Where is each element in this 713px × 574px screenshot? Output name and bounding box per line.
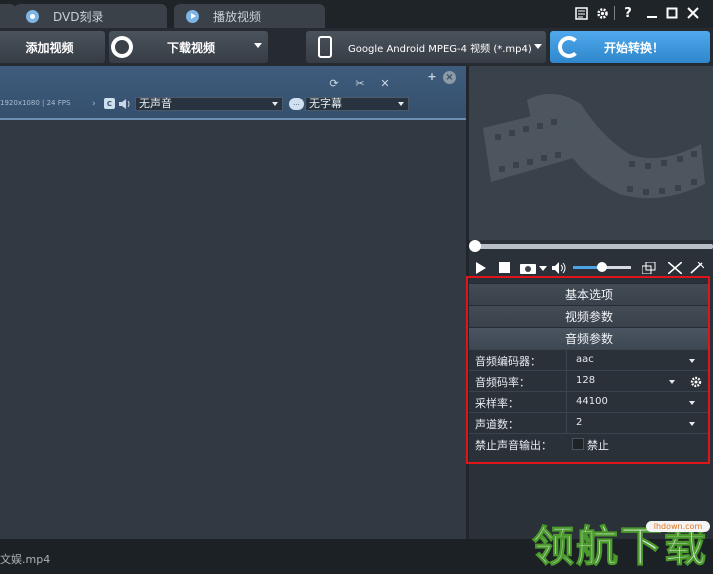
rotate-icon[interactable]: ⟳ — [328, 77, 340, 90]
cut-icon[interactable]: ✂ — [354, 77, 366, 90]
tab-play-video[interactable]: 播放视频 — [174, 4, 325, 28]
seek-bar[interactable] — [469, 240, 713, 256]
title-tab-bar: DVD刻录 播放视频 ? — [0, 0, 713, 28]
main-toolbar: 添加视频 下载视频 Google Android MPEG-4 视频 (*.mp… — [0, 28, 713, 66]
camera-icon[interactable] — [520, 262, 536, 274]
smartphone-icon — [318, 36, 332, 58]
output-profile-value: Google Android MPEG-4 视频 (*.mp4) — [348, 43, 532, 55]
settings-gear-icon[interactable] — [594, 4, 610, 22]
audio-track-select[interactable]: 无声音 — [135, 97, 283, 111]
output-profile-select[interactable]: Google Android MPEG-4 视频 (*.mp4) — [306, 31, 546, 63]
start-convert-button[interactable]: 开始转换！ — [550, 31, 710, 63]
copy-icon[interactable] — [642, 262, 656, 274]
play-icon[interactable] — [476, 262, 486, 274]
add-icon[interactable]: + — [426, 70, 438, 83]
add-video-button[interactable]: 添加视频 — [0, 31, 105, 63]
chevron-down-icon — [534, 44, 542, 49]
minimize-button[interactable] — [644, 4, 660, 22]
cut-icon[interactable] — [668, 262, 682, 274]
audio-track-value: 无声音 — [139, 97, 172, 110]
maximize-button[interactable] — [664, 4, 680, 22]
video-preview — [469, 66, 713, 240]
chevron-down-icon — [254, 43, 262, 48]
tab-label: DVD刻录 — [53, 9, 104, 24]
highlight-box — [466, 276, 710, 464]
seek-track[interactable] — [475, 244, 713, 249]
refresh-icon — [558, 36, 580, 58]
globe-download-icon — [111, 36, 133, 58]
chevron-down-icon — [398, 102, 404, 106]
stop-icon[interactable] — [499, 262, 510, 274]
add-video-label: 添加视频 — [25, 40, 74, 55]
file-list-panel: ⟳ ✂ ✕ + × 1920x1080 | 24 FPS › C 无声音 ...… — [0, 66, 466, 539]
register-icon[interactable] — [573, 4, 589, 22]
subtitle-bubble-icon: ... — [289, 98, 304, 110]
chevron-right-icon: › — [92, 99, 96, 109]
magic-wand-icon[interactable]: ✕ — [379, 77, 391, 90]
play-circle-icon — [186, 9, 199, 23]
subtitle-value: 无字幕 — [309, 97, 342, 110]
volume-handle[interactable] — [597, 262, 607, 272]
download-video-button[interactable]: 下载视频 — [109, 31, 268, 63]
remove-item-icon[interactable]: × — [443, 71, 456, 84]
volume-icon[interactable] — [552, 262, 566, 274]
start-convert-label: 开始转换！ — [604, 40, 665, 55]
chevron-down-icon — [272, 102, 278, 106]
watermark-url: lhdown.com — [646, 521, 710, 532]
codec-badge[interactable]: C — [104, 98, 115, 109]
divider — [614, 6, 615, 20]
close-button[interactable] — [685, 4, 701, 22]
help-button[interactable]: ? — [621, 4, 635, 22]
dvd-icon — [26, 9, 39, 23]
magic-wand-icon[interactable] — [690, 262, 704, 274]
download-video-label: 下载视频 — [167, 40, 216, 55]
tab-label: 播放视频 — [213, 9, 262, 24]
seek-handle[interactable] — [469, 240, 481, 252]
speaker-icon — [119, 99, 130, 109]
film-strip-icon — [483, 93, 705, 199]
output-filename: 文娱.mp4 — [0, 553, 51, 566]
video-meta: 1920x1080 | 24 FPS — [0, 99, 71, 107]
tab-dvd-burn[interactable]: DVD刻录 — [14, 4, 167, 28]
file-item[interactable]: ⟳ ✂ ✕ + × 1920x1080 | 24 FPS › C 无声音 ...… — [0, 66, 466, 120]
subtitle-select[interactable]: 无字幕 — [305, 97, 409, 111]
